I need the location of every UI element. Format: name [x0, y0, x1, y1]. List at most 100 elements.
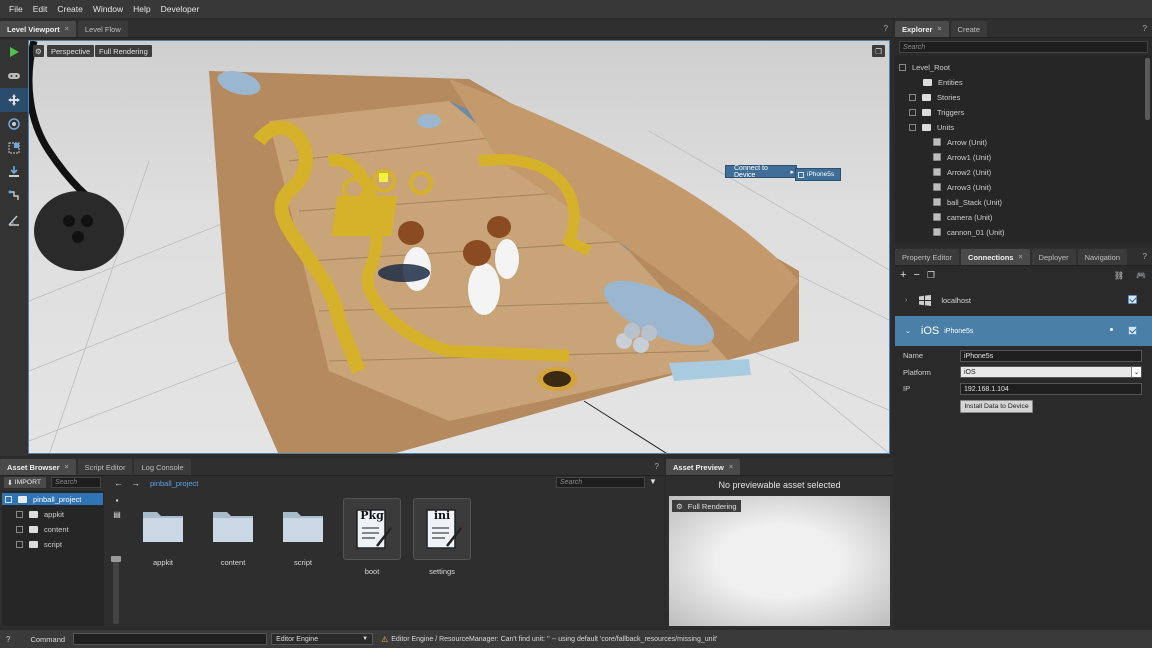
tree-item-unit[interactable]: Arrow (Unit)	[933, 136, 987, 148]
tree-item-triggers[interactable]: Triggers	[909, 106, 964, 118]
close-icon[interactable]: ×	[65, 26, 69, 33]
expand-icon[interactable]	[16, 510, 23, 518]
connection-row-localhost[interactable]: › localhost	[895, 285, 1152, 315]
link-icon[interactable]: ⛓	[1114, 271, 1124, 280]
expand-icon[interactable]	[909, 108, 916, 116]
close-icon[interactable]: ×	[65, 464, 69, 471]
explorer-search-input[interactable]: Search	[899, 41, 1148, 53]
filter-icon[interactable]: ▼	[649, 477, 659, 488]
asset-item-content[interactable]: content	[203, 506, 263, 567]
collapse-icon[interactable]	[909, 123, 916, 131]
command-input[interactable]	[73, 633, 268, 645]
scale-tool-button[interactable]	[0, 136, 28, 160]
help-icon[interactable]: ?	[6, 635, 10, 644]
tree-item-level-root[interactable]: Level_Root	[899, 61, 950, 73]
maximize-viewport-button[interactable]: ❐	[872, 45, 885, 57]
help-icon[interactable]: ?	[1143, 24, 1147, 33]
viewport-settings-button[interactable]: ⚙	[33, 45, 44, 57]
help-icon[interactable]: ?	[655, 462, 659, 471]
render-mode-button[interactable]: Full Rendering	[95, 45, 152, 57]
name-field[interactable]: iPhone5s	[960, 350, 1142, 362]
expand-arrow-icon[interactable]: ›	[905, 297, 907, 304]
close-icon[interactable]: ×	[1018, 254, 1022, 261]
install-data-button[interactable]: Install Data to Device	[960, 400, 1033, 413]
folder-view-icon[interactable]: ▪	[108, 496, 126, 510]
tab-log-console[interactable]: Log Console	[134, 459, 191, 475]
tree-item-appkit[interactable]: appkit	[16, 508, 64, 520]
angle-tool-button[interactable]	[0, 208, 28, 232]
tab-level-flow[interactable]: Level Flow	[77, 21, 128, 37]
zoom-slider-handle[interactable]	[111, 556, 121, 562]
collapse-arrow-icon[interactable]: ⌄	[905, 327, 911, 335]
tab-explorer[interactable]: Explorer ×	[895, 21, 949, 37]
platform-select[interactable]: iOS ⌄	[960, 366, 1142, 378]
help-icon[interactable]: ?	[884, 24, 888, 33]
menu-file[interactable]: File	[4, 4, 28, 14]
viewport-scene[interactable]: ⚙ Perspective Full Rendering ❐ Connect t…	[28, 40, 890, 454]
tab-navigation[interactable]: Navigation	[1077, 249, 1128, 265]
engine-select[interactable]: Editor Engine ▼	[271, 633, 374, 645]
connection-row-iphone5s[interactable]: ⌄ iOS iPhone5s	[895, 316, 1152, 346]
asset-item-boot[interactable]: Pkg boot	[342, 498, 402, 576]
tab-script-editor[interactable]: Script Editor	[77, 459, 133, 475]
tree-item-unit[interactable]: cannon_01 (Unit)	[933, 226, 1005, 238]
tree-item-unit[interactable]: Arrow1 (Unit)	[933, 151, 991, 163]
import-button[interactable]: ⬇ IMPORT	[4, 477, 46, 488]
tree-item-content[interactable]: content	[16, 523, 69, 535]
context-submenu-device[interactable]: iPhone5s	[795, 168, 841, 181]
snap-tool-button[interactable]	[0, 160, 28, 184]
connection-enabled-checkbox[interactable]	[1128, 295, 1137, 304]
tree-item-unit[interactable]: ball_Stack (Unit)	[933, 196, 1002, 208]
tree-item-unit[interactable]: Arrow2 (Unit)	[933, 166, 991, 178]
zoom-slider[interactable]	[111, 556, 121, 624]
collapse-icon[interactable]	[5, 495, 12, 503]
rotate-tool-button[interactable]	[0, 112, 28, 136]
close-icon[interactable]: ×	[729, 464, 733, 471]
tree-item-unit[interactable]: Arrow3 (Unit)	[933, 181, 991, 193]
menu-window[interactable]: Window	[88, 4, 128, 14]
collapse-icon[interactable]	[899, 63, 906, 71]
tab-asset-preview[interactable]: Asset Preview ×	[666, 459, 740, 475]
add-icon[interactable]: +	[900, 269, 906, 281]
tree-item-unit[interactable]: camera (Unit)	[933, 211, 992, 223]
explorer-scrollbar[interactable]	[1145, 58, 1150, 120]
expand-icon[interactable]	[16, 540, 23, 548]
tree-item-pinball-project[interactable]: pinball_project	[2, 493, 103, 505]
tab-create[interactable]: Create	[950, 21, 988, 37]
tab-connections[interactable]: Connections ×	[961, 249, 1030, 265]
connection-enabled-checkbox[interactable]	[1128, 326, 1137, 335]
chevron-down-icon[interactable]: ⌄	[1131, 367, 1141, 377]
camera-mode-button[interactable]: Perspective	[47, 45, 95, 57]
preview-canvas[interactable]: ⚙ Full Rendering	[669, 496, 890, 626]
gamepad-icon[interactable]: 🎮	[1136, 271, 1146, 280]
path-breadcrumb[interactable]: pinball_project	[150, 479, 198, 488]
move-tool-button[interactable]	[0, 88, 28, 112]
asset-item-script[interactable]: script	[273, 506, 333, 567]
context-menu-connect-to-device[interactable]: Connect to Device ▸	[725, 165, 797, 179]
tab-level-viewport[interactable]: Level Viewport ×	[0, 21, 76, 37]
asset-search-input[interactable]: Search	[556, 477, 645, 488]
list-view-icon[interactable]: ▤	[108, 510, 126, 524]
tab-deployer[interactable]: Deployer	[1031, 249, 1076, 265]
gamepad-button[interactable]	[0, 64, 28, 88]
forward-arrow-icon[interactable]: →	[131, 478, 140, 488]
tree-item-entities[interactable]: Entities	[923, 76, 963, 88]
asset-tree-search-input[interactable]: Search	[51, 477, 101, 488]
expand-icon[interactable]	[16, 525, 23, 533]
menu-developer[interactable]: Developer	[156, 4, 205, 14]
ip-field[interactable]: 192.168.1.104	[960, 383, 1142, 395]
play-button[interactable]	[0, 40, 28, 64]
menu-edit[interactable]: Edit	[28, 4, 53, 14]
asset-item-settings[interactable]: ini settings	[412, 498, 472, 576]
menu-help[interactable]: Help	[128, 4, 155, 14]
tab-property-editor[interactable]: Property Editor	[895, 249, 960, 265]
close-icon[interactable]: ×	[937, 26, 941, 33]
help-icon[interactable]: ?	[1143, 252, 1147, 261]
tree-item-units[interactable]: Units	[909, 121, 954, 133]
back-arrow-icon[interactable]: ←	[114, 478, 123, 488]
expand-icon[interactable]	[909, 93, 916, 101]
asset-item-appkit[interactable]: appkit	[133, 506, 193, 567]
tree-item-stories[interactable]: Stories	[909, 91, 960, 103]
duplicate-icon[interactable]: ❐	[927, 270, 935, 281]
menu-create[interactable]: Create	[52, 4, 88, 14]
